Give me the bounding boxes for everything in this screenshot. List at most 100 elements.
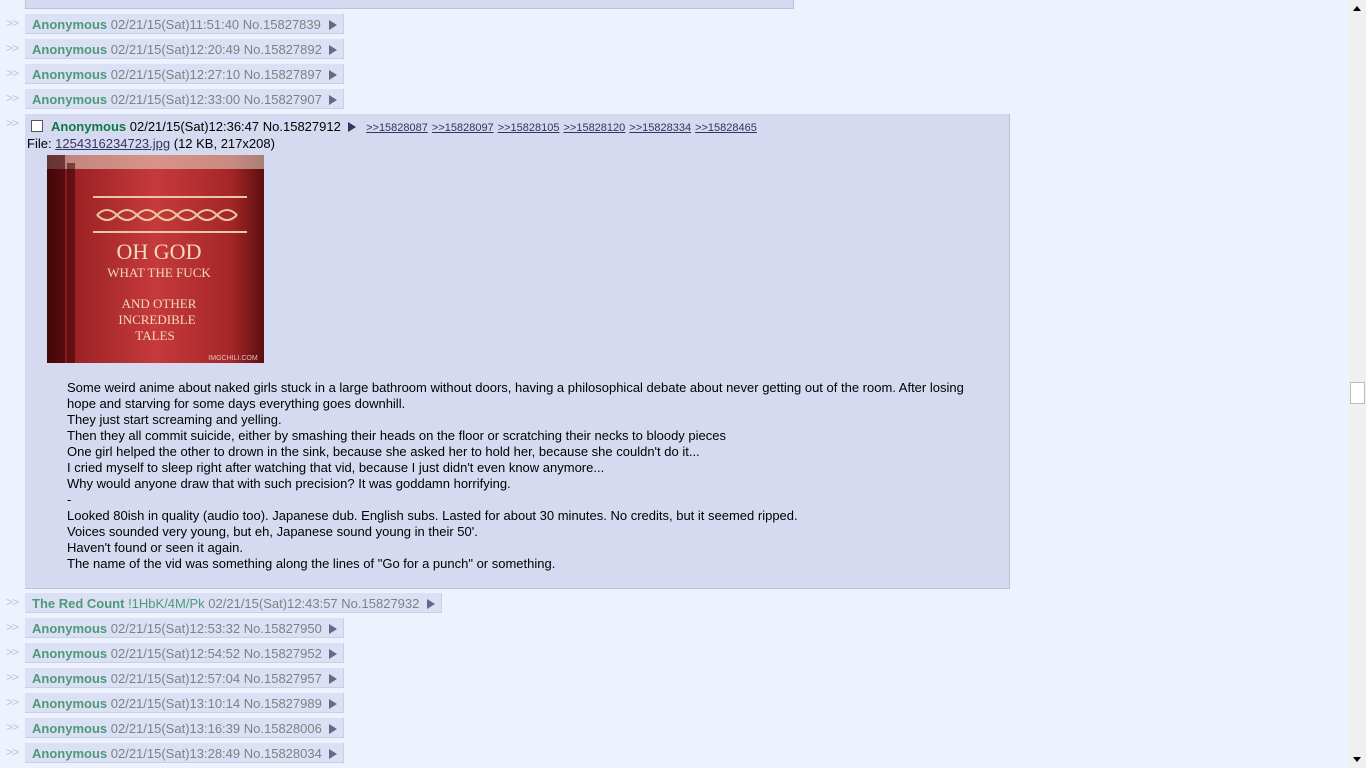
post-menu-icon[interactable]: [329, 674, 338, 684]
post-menu-icon[interactable]: [328, 20, 337, 30]
post-datetime: 02/21/15(Sat)12:20:49: [110, 42, 241, 57]
post-datetime: 02/21/15(Sat)12:54:52: [110, 646, 241, 661]
backlink[interactable]: >>15828105: [498, 122, 560, 134]
hidden-reply[interactable]: Anonymous 02/21/15(Sat)11:51:40 No.15827…: [25, 14, 344, 34]
reply-arrows: >>: [6, 66, 19, 80]
post-number[interactable]: No.15827839: [243, 17, 321, 32]
hidden-reply[interactable]: Anonymous 02/21/15(Sat)13:16:39 No.15828…: [25, 718, 345, 738]
backlink[interactable]: >>15828120: [563, 122, 625, 134]
hidden-reply[interactable]: Anonymous 02/21/15(Sat)12:57:04 No.15827…: [25, 668, 345, 688]
post-number[interactable]: No.15827907: [244, 92, 322, 107]
poster-name: Anonymous: [32, 621, 108, 636]
file-info: File: 1254316234723.jpg (12 KB, 217x208): [27, 136, 275, 151]
post-menu-icon[interactable]: [329, 749, 338, 759]
reply-arrows: >>: [6, 91, 19, 105]
message-line: I cried myself to sleep right after watc…: [67, 460, 605, 475]
post-number[interactable]: No.15827892: [244, 42, 322, 57]
post-menu-icon[interactable]: [348, 122, 357, 132]
backlinks: >>15828087 >>15828097 >>15828105 >>15828120…: [366, 119, 761, 134]
previous-post-edge: [25, 0, 794, 9]
reply-arrows: >>: [6, 16, 19, 30]
cover-title-line: AND OTHER: [122, 296, 197, 311]
post-datetime: 02/21/15(Sat)12:27:10: [110, 67, 241, 82]
post-number[interactable]: No.15827989: [244, 696, 322, 711]
post-select-checkbox[interactable]: [31, 120, 43, 132]
poster-name: Anonymous: [32, 746, 108, 761]
post-thumbnail-image[interactable]: OH GOD WHAT THE FUCK AND OTHER INCREDIBL…: [47, 155, 264, 363]
backlink[interactable]: >>15828465: [695, 122, 757, 134]
poster-name: Anonymous: [32, 67, 108, 82]
post-number[interactable]: No.15827950: [244, 621, 322, 636]
image-watermark: IMGCHILI.COM: [208, 355, 258, 362]
message-line: They just start screaming and yelling.: [67, 412, 282, 427]
post-menu-icon[interactable]: [329, 45, 338, 55]
post-number[interactable]: No.15827957: [244, 671, 322, 686]
file-link[interactable]: 1254316234723.jpg: [55, 136, 170, 151]
post-number[interactable]: No.15827932: [341, 596, 419, 611]
expanded-reply: Anonymous 02/21/15(Sat)12:36:47 No.15827…: [25, 114, 1010, 589]
scroll-down-button[interactable]: [1349, 751, 1366, 768]
cover-title-line: TALES: [135, 328, 174, 343]
poster-name: Anonymous: [32, 671, 108, 686]
backlink[interactable]: >>15828087: [366, 122, 428, 134]
reply-arrows: >>: [6, 41, 19, 55]
post-header: Anonymous 02/21/15(Sat)12:36:47 No.15827…: [31, 119, 761, 134]
post-menu-icon[interactable]: [329, 70, 338, 80]
poster-name: The Red Count: [32, 596, 125, 611]
post-datetime: 02/21/15(Sat)12:36:47: [129, 119, 260, 134]
reply-arrows: >>: [6, 670, 19, 684]
post-number[interactable]: No.15827897: [244, 67, 322, 82]
hidden-reply[interactable]: Anonymous 02/21/15(Sat)12:20:49 No.15827…: [25, 39, 345, 59]
reply-arrows: >>: [6, 116, 19, 130]
backlink[interactable]: >>15828334: [629, 122, 691, 134]
cover-title-line: INCREDIBLE: [118, 312, 195, 327]
post-menu-icon[interactable]: [329, 699, 338, 709]
post-number[interactable]: No.15827912: [263, 119, 341, 134]
file-meta: (12 KB, 217x208): [170, 136, 275, 151]
vertical-scrollbar[interactable]: [1349, 0, 1366, 768]
cover-title-line: OH GOD: [117, 239, 202, 264]
hidden-reply[interactable]: Anonymous 02/21/15(Sat)12:27:10 No.15827…: [25, 64, 345, 84]
post-datetime: 02/21/15(Sat)12:33:00: [110, 92, 241, 107]
post-menu-icon[interactable]: [329, 724, 338, 734]
reply-arrows: >>: [6, 695, 19, 709]
poster-name: Anonymous: [32, 721, 108, 736]
hidden-reply[interactable]: Anonymous 02/21/15(Sat)13:28:49 No.15828…: [25, 743, 345, 763]
poster-name: Anonymous: [32, 646, 108, 661]
poster-name: Anonymous: [32, 92, 108, 107]
post-number[interactable]: No.15827952: [244, 646, 322, 661]
poster-name: Anonymous: [32, 17, 108, 32]
reply-arrows: >>: [6, 620, 19, 634]
hidden-reply[interactable]: Anonymous 02/21/15(Sat)12:33:00 No.15827…: [25, 89, 345, 109]
post-menu-icon[interactable]: [329, 95, 338, 105]
message-line: Some weird anime about naked girls stuck…: [67, 380, 964, 411]
message-line: Then they all commit suicide, either by …: [67, 428, 727, 443]
post-datetime: 02/21/15(Sat)12:57:04: [110, 671, 241, 686]
book-cover-art: OH GOD WHAT THE FUCK AND OTHER INCREDIBL…: [47, 155, 264, 363]
message-line: Haven't found or seen it again.: [67, 540, 243, 555]
post-number[interactable]: No.15828006: [244, 721, 322, 736]
hidden-reply[interactable]: The Red Count !1HbK/4M/Pk 02/21/15(Sat)1…: [25, 593, 442, 613]
poster-name: Anonymous: [32, 696, 108, 711]
hidden-reply[interactable]: Anonymous 02/21/15(Sat)12:54:52 No.15827…: [25, 643, 345, 663]
poster-name: Anonymous: [32, 42, 108, 57]
message-line: One girl helped the other to drown in th…: [67, 444, 700, 459]
message-line: Voices sounded very young, but eh, Japan…: [67, 524, 478, 539]
message-line: -: [67, 492, 72, 507]
backlink[interactable]: >>15828097: [432, 122, 494, 134]
post-menu-icon[interactable]: [329, 624, 338, 634]
post-datetime: 02/21/15(Sat)13:10:14: [110, 696, 241, 711]
post-menu-icon[interactable]: [427, 599, 435, 609]
hidden-reply[interactable]: Anonymous 02/21/15(Sat)13:10:14 No.15827…: [25, 693, 345, 713]
hidden-reply[interactable]: Anonymous 02/21/15(Sat)12:53:32 No.15827…: [25, 618, 345, 638]
poster-tripcode: !1HbK/4M/Pk: [128, 596, 205, 611]
poster-name: Anonymous: [51, 119, 127, 134]
reply-arrows: >>: [6, 595, 19, 609]
message-line: The name of the vid was something along …: [67, 556, 556, 571]
scrollbar-thumb[interactable]: [1350, 382, 1365, 404]
file-label: File:: [27, 136, 56, 151]
cover-title-line: WHAT THE FUCK: [107, 265, 211, 280]
scroll-up-button[interactable]: [1349, 0, 1366, 17]
post-menu-icon[interactable]: [329, 649, 338, 659]
post-number[interactable]: No.15828034: [244, 746, 322, 761]
